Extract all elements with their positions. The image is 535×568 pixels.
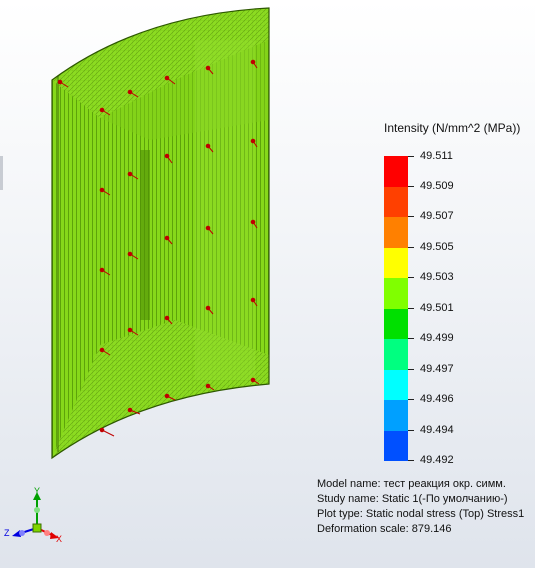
legend-swatch xyxy=(384,217,408,248)
legend-label: 49.509 xyxy=(420,180,454,192)
legend-tick xyxy=(408,277,414,278)
legend-swatch xyxy=(384,247,408,278)
shell-surface xyxy=(52,8,269,458)
z-axis-label: Z xyxy=(4,528,10,538)
legend-tick xyxy=(408,460,414,461)
deformation-scale: Deformation scale: 879.146 xyxy=(317,523,452,535)
legend-label: 49.497 xyxy=(420,363,454,375)
legend-tick xyxy=(408,308,414,309)
legend-swatch xyxy=(384,369,408,400)
legend-swatch xyxy=(384,278,408,309)
legend-label: 49.492 xyxy=(420,454,454,466)
legend-swatch xyxy=(384,430,408,461)
plot-type: Plot type: Static nodal stress (Top) Str… xyxy=(317,508,525,520)
legend-title: Intensity (N/mm^2 (MPa)) xyxy=(384,121,521,135)
legend-swatch xyxy=(384,339,408,370)
legend-swatch xyxy=(384,156,408,187)
legend-swatch xyxy=(384,400,408,431)
legend-tick xyxy=(408,216,414,217)
legend-label: 49.503 xyxy=(420,271,454,283)
x-axis-label: X xyxy=(56,534,63,544)
graphics-viewport[interactable]: Intensity (N/mm^2 (MPa)) 49.511 49.509 4… xyxy=(0,0,535,568)
study-name: Study name: Static 1(-По умолчанию-) xyxy=(317,493,508,505)
legend-label: 49.505 xyxy=(420,241,454,253)
legend-label: 49.494 xyxy=(420,424,454,436)
reference-triad[interactable]: Y X Z xyxy=(0,486,70,546)
legend-label: 49.496 xyxy=(420,393,454,405)
legend-tick xyxy=(408,369,414,370)
legend-tick xyxy=(408,399,414,400)
legend-label: 49.501 xyxy=(420,302,454,314)
legend-swatch xyxy=(384,186,408,217)
legend-label: 49.507 xyxy=(420,210,454,222)
legend-tick xyxy=(408,156,414,157)
legend-tick xyxy=(408,430,414,431)
legend-label: 49.511 xyxy=(420,150,453,162)
y-axis-label: Y xyxy=(34,486,41,496)
legend-tick xyxy=(408,338,414,339)
study-info-block: Model name: тест реакция окр. симм. Stud… xyxy=(317,477,524,537)
model-name: Model name: тест реакция окр. симм. xyxy=(317,478,506,490)
legend-tick xyxy=(408,186,414,187)
arrow-icon xyxy=(99,427,115,437)
panel-collapse-handle[interactable] xyxy=(0,156,3,190)
legend-swatch xyxy=(384,308,408,339)
legend-tick xyxy=(408,247,414,248)
legend-label: 49.499 xyxy=(420,332,454,344)
